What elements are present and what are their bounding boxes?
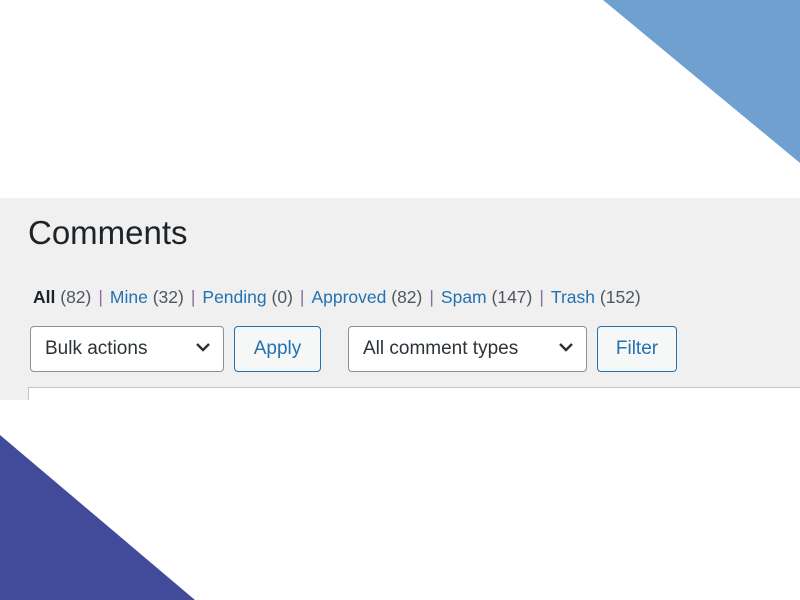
comment-status-filters: All (82) | Mine (32) | Pending (0) | Approved … [33,287,641,308]
comments-table [28,387,800,400]
bulk-actions-select[interactable]: Bulk actions [30,326,224,372]
view-all[interactable]: All [33,287,55,307]
chevron-down-icon [196,343,210,352]
separator: | [539,287,544,307]
comment-types-select[interactable]: All comment types [348,326,587,372]
page-title: Comments [28,214,188,251]
view-pending[interactable]: Pending (0) [202,287,293,307]
separator: | [429,287,434,307]
view-count: (82) [60,287,92,307]
chevron-down-icon [559,343,573,352]
separator: | [299,287,305,307]
view-spam[interactable]: Spam (147) [441,287,532,307]
view-approved[interactable]: Approved (82) [311,287,422,307]
apply-button[interactable]: Apply [234,326,321,372]
separator: | [98,287,103,307]
comment-types-value: All comment types [363,338,519,359]
bulk-actions-value: Bulk actions [45,338,148,359]
filter-button[interactable]: Filter [597,326,677,372]
view-trash[interactable]: Trash (152) [551,287,641,307]
separator: | [190,287,196,307]
view-mine[interactable]: Mine (32) [110,287,184,307]
comments-admin-panel: Comments All (82) | Mine (32) | Pending (0) |… [0,198,800,400]
